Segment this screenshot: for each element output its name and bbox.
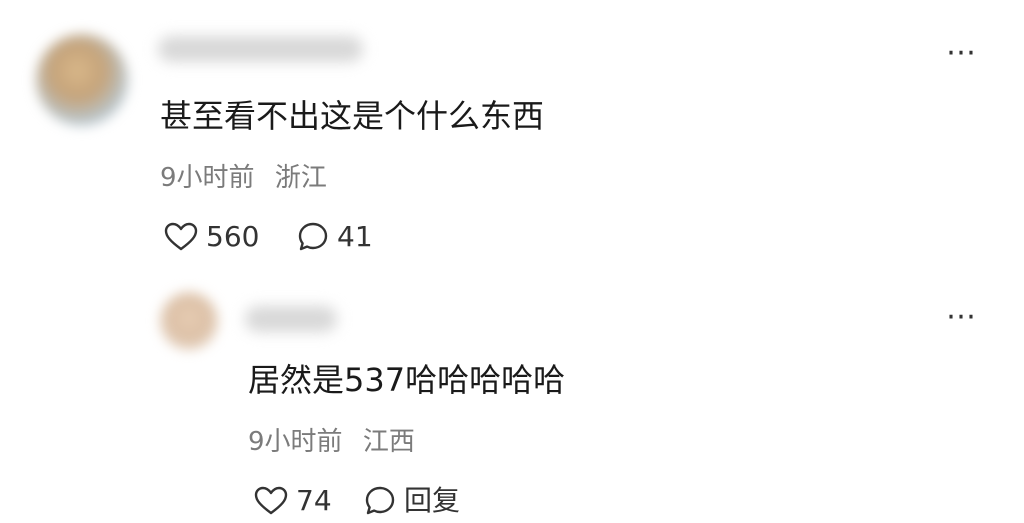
more-icon[interactable]: ⋯	[946, 38, 977, 68]
heart-icon	[254, 486, 288, 515]
comment-text: 居然是537哈哈哈哈哈	[248, 361, 566, 399]
heart-icon	[164, 222, 198, 251]
username-blurred[interactable]	[245, 306, 337, 332]
comment-time: 9小时前	[160, 163, 255, 193]
comment-bubble-icon	[365, 486, 395, 515]
reply-button[interactable]: 41	[297, 220, 373, 254]
comment-bubble-icon	[298, 222, 328, 251]
comment-text: 甚至看不出这是个什么东西	[160, 97, 545, 135]
like-button[interactable]: 560	[164, 220, 259, 254]
reply-label: 回复	[404, 484, 461, 517]
username-blurred[interactable]	[158, 36, 363, 62]
comment-location: 浙江	[274, 163, 327, 193]
avatar[interactable]	[160, 292, 218, 350]
reply-count: 41	[337, 220, 373, 253]
more-icon[interactable]: ⋯	[946, 302, 977, 332]
comment-location: 江西	[362, 427, 415, 457]
avatar[interactable]	[36, 34, 128, 126]
reply-button[interactable]: 回复	[364, 484, 460, 518]
comment-time: 9小时前	[248, 427, 343, 457]
comment-meta: 9小时前 浙江	[160, 162, 327, 194]
like-count: 560	[206, 220, 260, 253]
like-count: 74	[296, 484, 332, 517]
comment-meta: 9小时前 江西	[248, 426, 415, 458]
like-button[interactable]: 74	[254, 484, 332, 518]
